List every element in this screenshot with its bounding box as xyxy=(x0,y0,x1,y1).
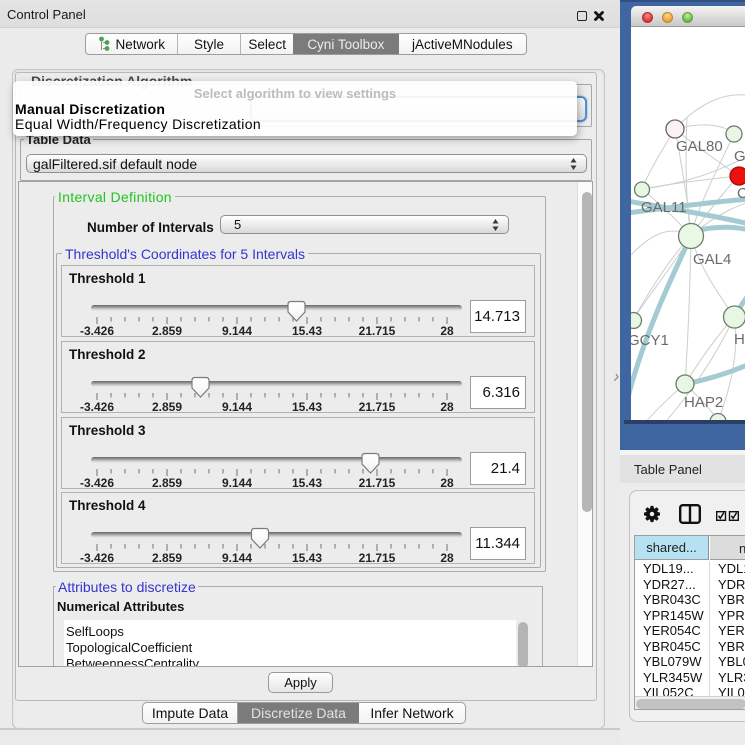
svg-text:GAL11: GAL11 xyxy=(641,199,687,216)
svg-text:H: H xyxy=(734,331,745,348)
svg-text:HAP2: HAP2 xyxy=(684,394,723,411)
svg-text:C: C xyxy=(737,185,745,202)
svg-text:GAL4: GAL4 xyxy=(693,251,731,268)
svg-text:GAL80: GAL80 xyxy=(676,138,723,155)
svg-text:GA: GA xyxy=(734,148,745,165)
svg-text:GCY1: GCY1 xyxy=(631,332,669,349)
